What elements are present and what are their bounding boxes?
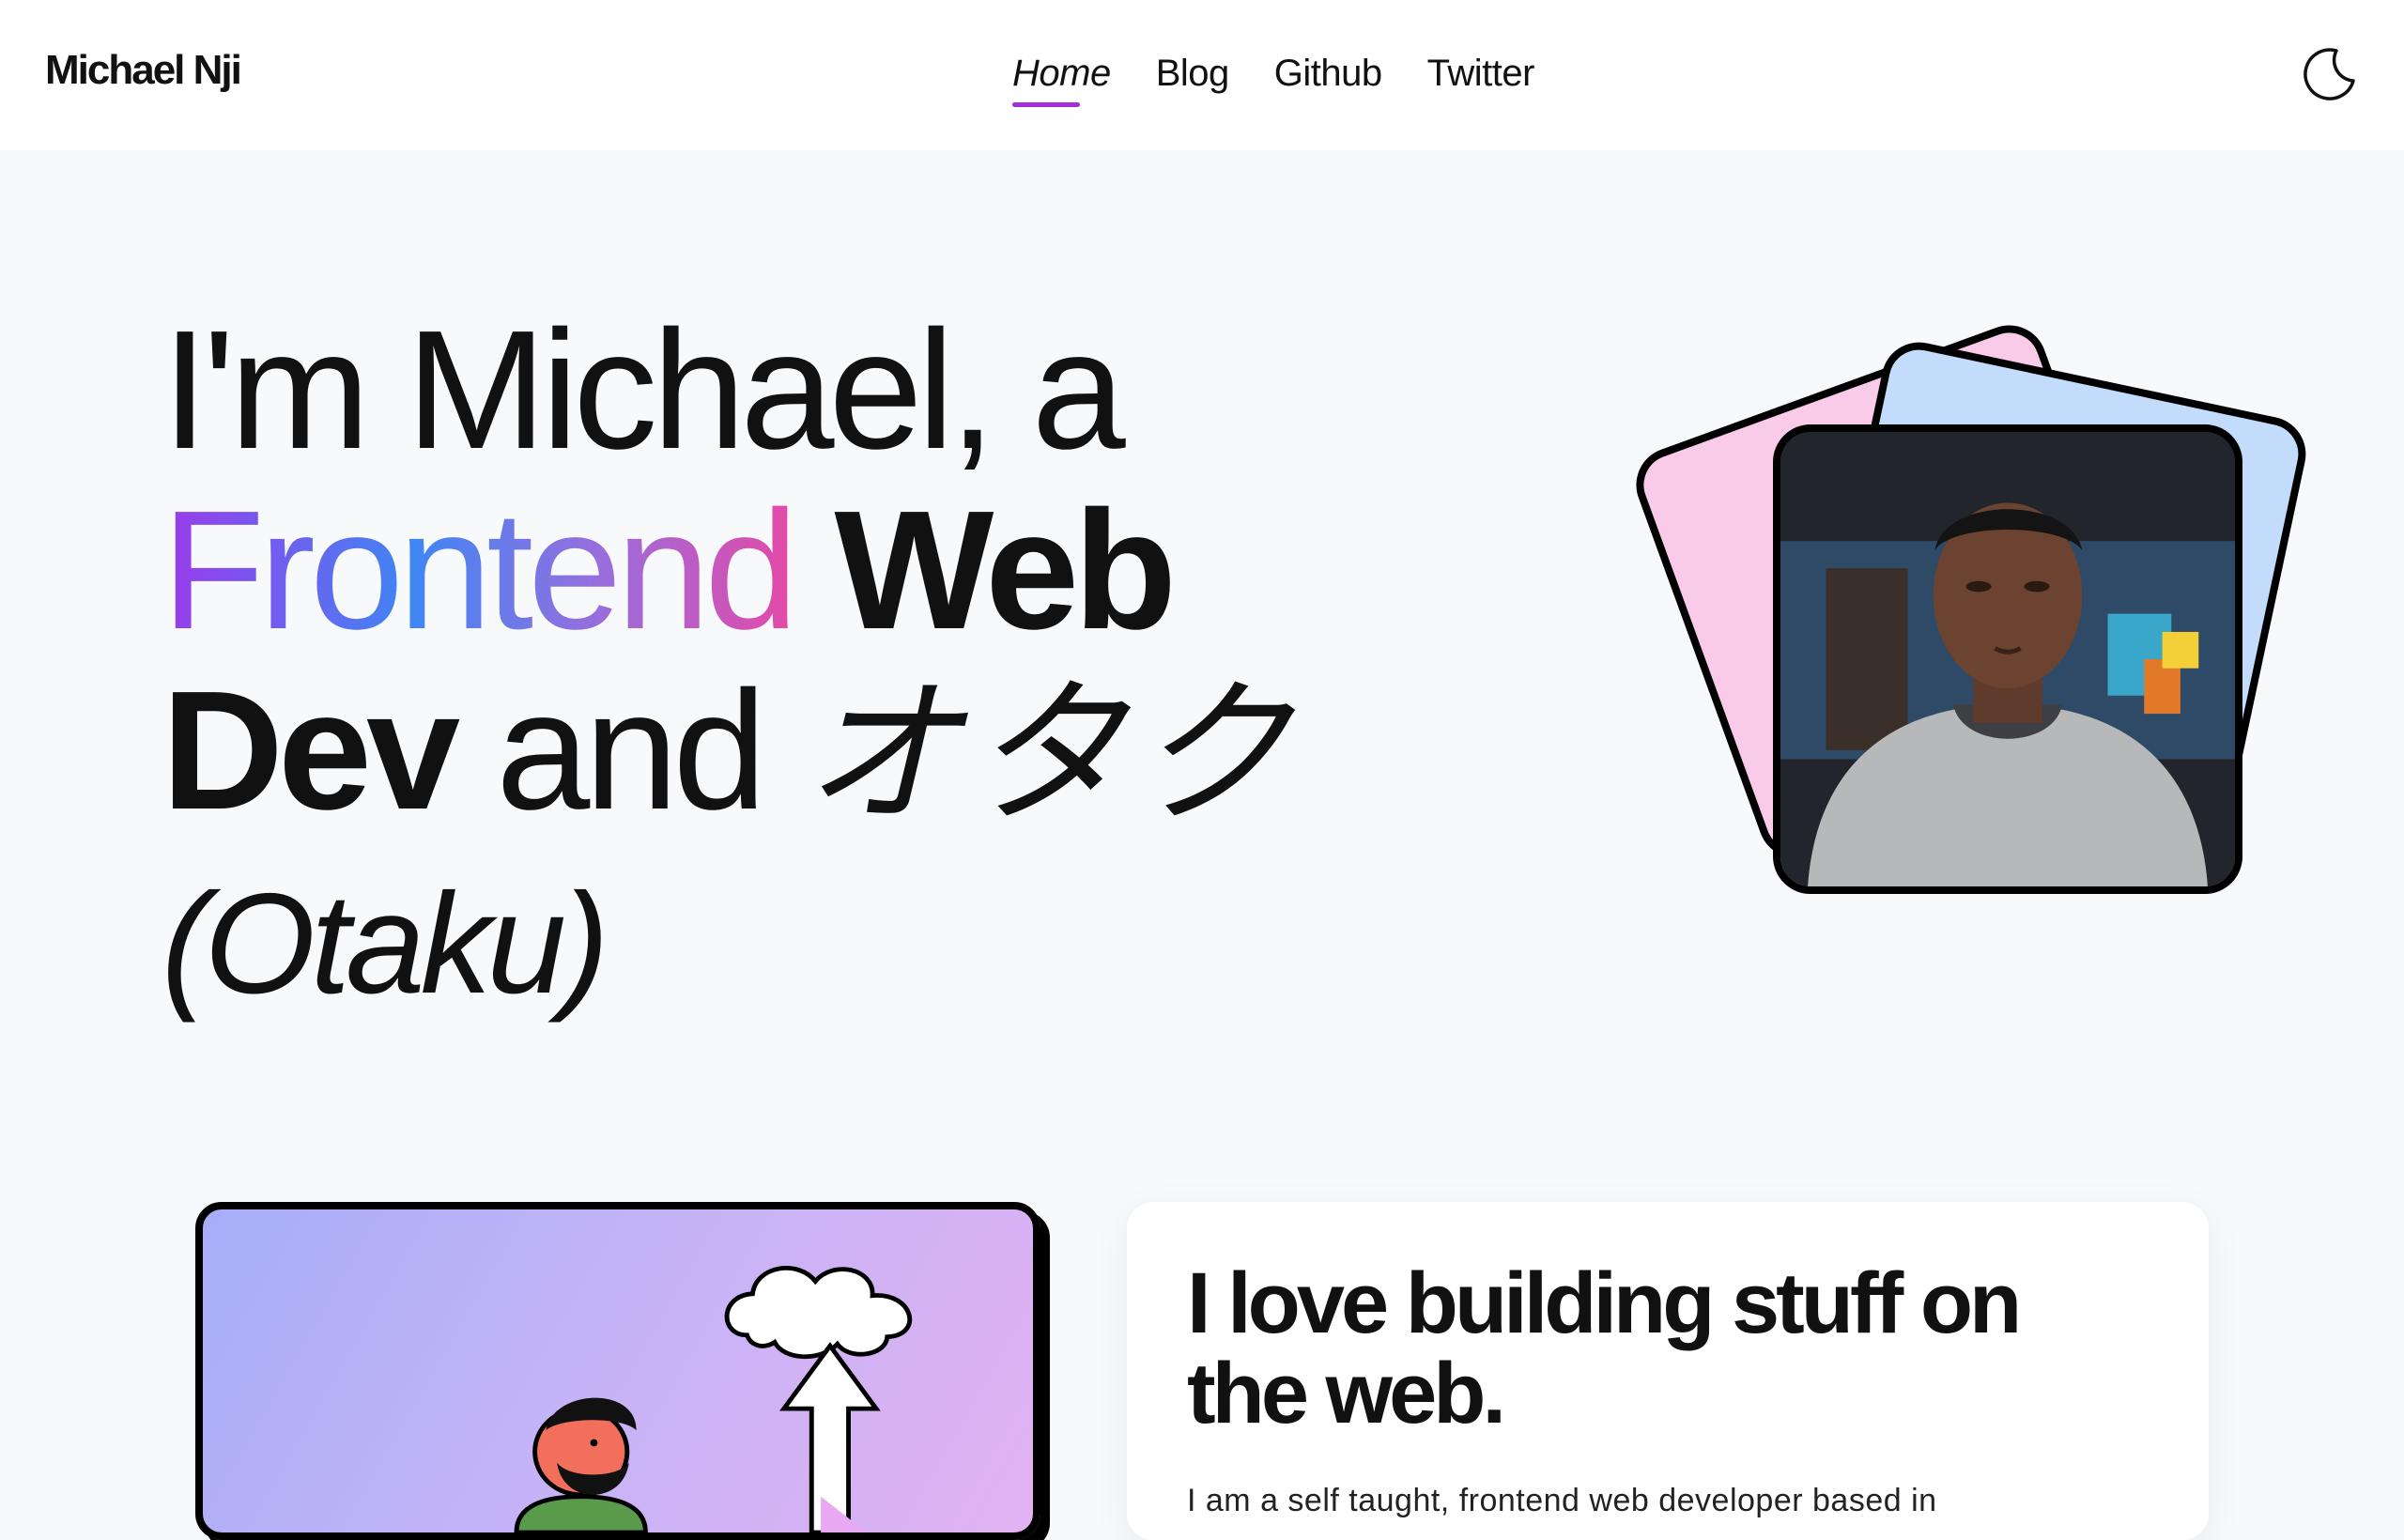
portrait-image — [1780, 432, 2235, 886]
nav-link-home[interactable]: Home — [1012, 47, 1111, 107]
theme-toggle-button[interactable] — [2299, 43, 2359, 103]
hero-otaku-romaji: (Otaku) — [162, 864, 609, 1024]
intro-title: I love building stuff on the web. — [1187, 1255, 2022, 1441]
nav-link-twitter[interactable]: Twitter — [1427, 47, 1535, 100]
hero-line-1: I'm Michael, a — [162, 296, 1126, 485]
profile-photo — [1773, 424, 2242, 894]
nav-link-blog[interactable]: Blog — [1156, 47, 1230, 100]
hero-otaku-japanese: オタク — [802, 662, 1299, 846]
intro-body: I am a self taught, frontend web develop… — [1187, 1483, 1937, 1518]
site-header: Michael Nji Home Blog Github Twitter — [0, 0, 2404, 150]
hero-frontend-word: Frontend — [162, 476, 798, 665]
person-figure — [514, 1397, 648, 1532]
intro-card: I love building stuff on the web. I am a… — [1127, 1202, 2209, 1540]
hero-headline: I'm Michael, a Frontend Web Dev and オタク … — [162, 300, 1533, 1034]
profile-photo-stack — [1626, 300, 2329, 920]
illustration-card — [195, 1202, 1040, 1540]
hero-dev-word: Dev — [162, 656, 460, 845]
hero-web-word: Web — [834, 476, 1177, 665]
nav-link-github[interactable]: Github — [1274, 47, 1382, 100]
cloud-icon — [724, 1266, 913, 1360]
moon-icon — [2304, 48, 2355, 100]
brand-logo-link[interactable]: Michael Nji — [45, 47, 242, 94]
developer-illustration — [514, 1266, 913, 1532]
hero-and-word: and — [496, 656, 766, 845]
main-nav: Home Blog Github Twitter — [1012, 47, 1535, 107]
